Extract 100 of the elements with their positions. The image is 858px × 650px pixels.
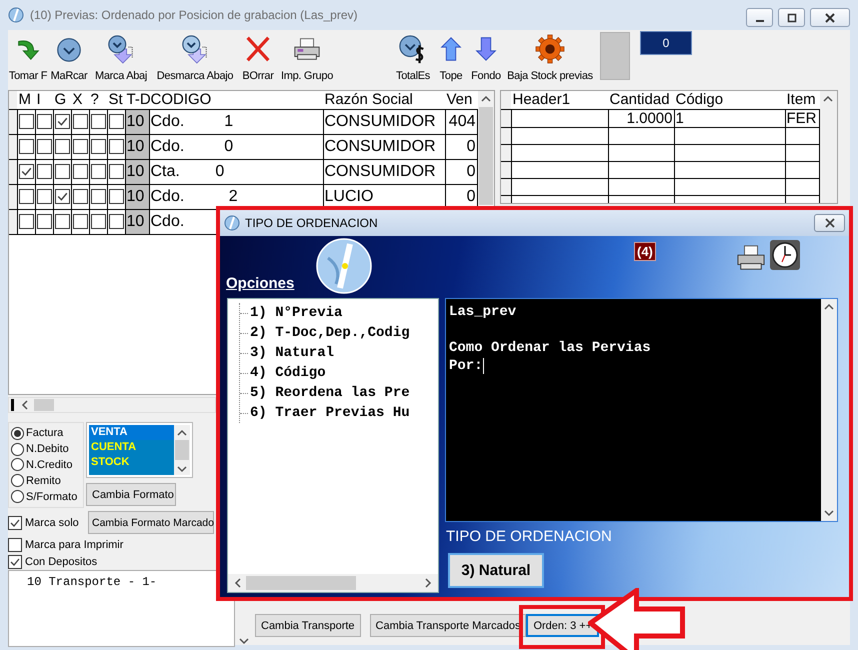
close-button[interactable] xyxy=(814,214,845,232)
console-line: Las_prev xyxy=(449,303,518,321)
checkbox[interactable] xyxy=(18,164,34,179)
table-cell: 10 xyxy=(126,112,144,130)
checkbox[interactable] xyxy=(18,188,34,204)
printer-icon[interactable] xyxy=(736,244,766,272)
checkbox[interactable] xyxy=(90,188,106,204)
close-icon xyxy=(825,12,835,22)
toolbar-button[interactable]: Desmarca Abajo xyxy=(152,34,238,82)
radio-button[interactable] xyxy=(11,474,24,488)
column-header: I xyxy=(36,91,41,108)
checkbox[interactable] xyxy=(108,188,124,204)
vertical-scrollbar[interactable] xyxy=(820,91,837,203)
scroll-thumb[interactable] xyxy=(478,107,493,205)
checkbox-label: Con Depositos xyxy=(25,556,98,568)
checkbox[interactable] xyxy=(72,114,88,129)
checkbox[interactable] xyxy=(90,138,106,154)
scroll-left-icon[interactable] xyxy=(232,576,242,590)
toolbar-button[interactable]: Imp. Grupo xyxy=(278,34,336,82)
checkbox[interactable] xyxy=(18,114,34,129)
vertical-scrollbar[interactable] xyxy=(821,299,837,521)
radio-button[interactable] xyxy=(11,426,24,440)
column-header: CODIGO xyxy=(150,91,212,108)
radio-button[interactable] xyxy=(11,490,24,504)
checkbox[interactable] xyxy=(90,214,106,229)
checkbox[interactable] xyxy=(90,114,106,129)
tree-item[interactable]: 1) N°Previa xyxy=(250,304,342,322)
app-icon xyxy=(224,215,240,231)
checkbox[interactable] xyxy=(36,164,52,179)
horizontal-scrollbar[interactable] xyxy=(8,397,216,413)
horizontal-scrollbar[interactable] xyxy=(228,574,438,592)
checkbox[interactable] xyxy=(8,554,22,568)
list-item[interactable]: STOCK xyxy=(89,455,174,470)
column-header: T-D xyxy=(126,91,151,108)
minimize-button[interactable] xyxy=(746,8,773,27)
checkbox[interactable] xyxy=(54,114,70,129)
change-marked-format-button[interactable]: Cambia Formato Marcado xyxy=(88,511,214,534)
column-header: St xyxy=(108,91,123,108)
count-badge: (4) xyxy=(634,242,656,261)
checkbox[interactable] xyxy=(18,138,34,154)
checkbox[interactable] xyxy=(54,188,70,204)
scroll-thumb[interactable] xyxy=(34,399,54,411)
toolbar-button[interactable]: Marca Abaj xyxy=(90,34,152,82)
checkbox[interactable] xyxy=(72,214,88,229)
list-item[interactable]: CUENTA xyxy=(89,440,174,455)
list-item[interactable]: VENTA xyxy=(89,425,174,440)
tree-item[interactable]: 5) Reordena las Pre xyxy=(250,384,410,402)
checkbox[interactable] xyxy=(8,516,22,530)
checkbox[interactable] xyxy=(36,188,52,204)
column-header: Cantidad xyxy=(610,91,670,108)
vertical-scrollbar[interactable] xyxy=(174,425,190,475)
checkbox[interactable] xyxy=(18,214,34,229)
scroll-right-icon[interactable] xyxy=(424,576,434,590)
radio-button[interactable] xyxy=(11,442,24,456)
clock-icon[interactable] xyxy=(770,240,800,270)
action-button[interactable]: Cambia Transporte xyxy=(255,614,361,637)
toolbar-button[interactable]: Tope xyxy=(434,34,468,82)
console-line: Por: xyxy=(449,357,483,375)
radio-button[interactable] xyxy=(11,458,24,472)
checkbox[interactable] xyxy=(108,138,124,154)
sort-option-button[interactable]: 3) Natural xyxy=(448,553,544,588)
checkbox-label: Marca para Imprimir xyxy=(25,538,124,550)
toolbar-button[interactable]: Tomar F xyxy=(8,34,48,82)
tree-item[interactable]: 2) T-Doc,Dep.,Codig xyxy=(250,324,410,342)
toolbar-button[interactable]: Fondo xyxy=(468,34,504,82)
checkbox[interactable] xyxy=(72,138,88,154)
tree-item[interactable]: 4) Código xyxy=(250,364,326,382)
radio-label: Factura xyxy=(26,427,64,440)
change-format-button[interactable]: Cambia Formato xyxy=(86,483,176,506)
close-button[interactable] xyxy=(810,8,850,27)
checkbox[interactable] xyxy=(54,214,70,229)
checkbox[interactable] xyxy=(36,138,52,154)
scroll-thumb[interactable] xyxy=(175,440,189,460)
table-cell: 404 xyxy=(448,112,476,130)
checkbox[interactable] xyxy=(72,188,88,204)
app-icon xyxy=(8,7,24,23)
options-heading: Opciones xyxy=(226,275,296,292)
action-button[interactable]: Cambia Transporte Marcados xyxy=(370,614,526,637)
checkbox[interactable] xyxy=(90,164,106,179)
column-header: Header1 xyxy=(512,91,570,108)
toolbar-button[interactable]: TotalEs xyxy=(392,34,434,82)
maximize-button[interactable] xyxy=(778,8,805,27)
tree-item[interactable]: 3) Natural xyxy=(250,344,334,362)
radio-label: N.Credito xyxy=(26,458,72,471)
vertical-scrollbar[interactable] xyxy=(478,91,494,205)
toolbar-button[interactable]: BOrrar xyxy=(238,34,278,82)
checkbox[interactable] xyxy=(108,164,124,179)
scroll-thumb[interactable] xyxy=(246,576,356,590)
checkbox[interactable] xyxy=(54,164,70,179)
checkbox[interactable] xyxy=(108,114,124,129)
checkbox[interactable] xyxy=(36,214,52,229)
checkbox[interactable] xyxy=(72,164,88,179)
transport-list[interactable]: 10 Transporte - 1- xyxy=(8,570,235,647)
toolbar-button[interactable]: Baja Stock previas xyxy=(504,34,596,82)
tree-item[interactable]: 6) Traer Previas Hu xyxy=(250,404,410,422)
checkbox[interactable] xyxy=(54,138,70,154)
toolbar-button[interactable]: MaRcar xyxy=(48,34,90,82)
checkbox[interactable] xyxy=(8,538,22,552)
checkbox[interactable] xyxy=(36,114,52,129)
checkbox[interactable] xyxy=(108,214,124,229)
